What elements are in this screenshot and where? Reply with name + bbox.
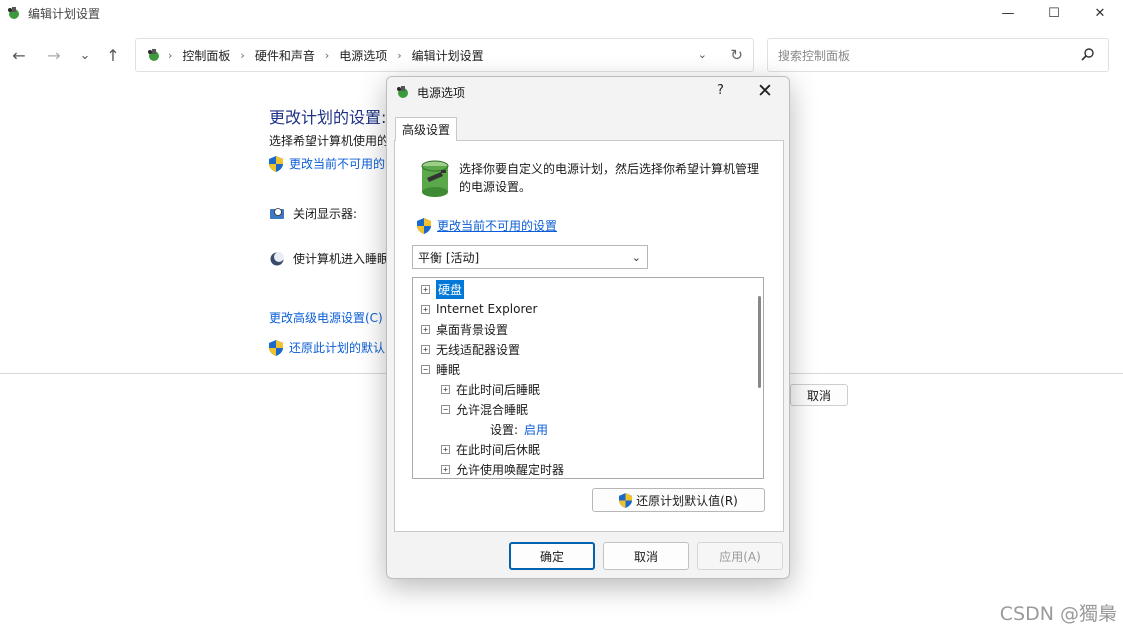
change-unavailable-link[interactable]: 更改当前不可用的 [269,155,385,172]
breadcrumb-hardware-sound[interactable]: 硬件和声音 [255,47,315,64]
close-button[interactable]: ✕ [1077,0,1123,26]
monitor-clock-icon [270,207,284,219]
dialog-close-button[interactable]: ✕ [757,80,773,102]
uac-shield-icon [619,492,633,508]
dialog-title: 电源选项 [417,85,466,100]
search-icon[interactable] [1080,47,1096,63]
uac-shield-icon [269,339,283,356]
tree-item-label: 在此时间后休眠 [456,442,541,457]
breadcrumb-power-options[interactable]: 电源选项 [339,47,387,64]
uac-shield-icon [269,155,283,172]
tree-item-wake-timers[interactable]: + 允许使用唤醒定时器 [441,459,565,478]
page-description: 选择希望计算机使用的 [269,134,390,148]
recent-locations-button[interactable]: ⌄ [74,44,96,66]
tree-item-hybrid-sleep[interactable]: − 允许混合睡眠 [441,399,528,419]
chevron-right-icon: › [240,48,245,62]
setting-value[interactable]: 启用 [524,421,548,438]
chevron-down-icon[interactable]: ⌄ [698,48,707,61]
expand-icon[interactable]: + [421,284,430,294]
apply-button[interactable]: 应用(A) [697,542,783,570]
tree-item-sleep[interactable]: − 睡眠 [421,359,460,379]
power-options-icon [8,7,19,19]
restore-plan-defaults-link[interactable]: 还原此计划的默认 [269,339,385,356]
tree-item-hybrid-sleep-setting[interactable]: 设置: 启用 [490,419,548,439]
expand-icon[interactable]: + [421,324,430,334]
maximize-button[interactable]: ☐ [1031,0,1077,26]
tree-item-hibernate-after[interactable]: + 在此时间后休眠 [441,439,540,459]
change-unavailable-settings-link[interactable]: 更改当前不可用的设置 [417,217,557,234]
tree-item-label: 允许使用唤醒定时器 [456,462,565,477]
tree-item-label: 无线适配器设置 [436,342,521,357]
tree-item-hard-disk[interactable]: + 硬盘 [421,279,465,299]
restore-defaults-label: 还原计划默认值(R) [636,493,738,508]
change-unavailable-label: 更改当前不可用的 [289,157,386,171]
titlebar: 编辑计划设置 — ☐ ✕ [0,0,1123,26]
advanced-power-settings-link[interactable]: 更改高级电源设置(C) [269,309,383,326]
tree-item-label: 桌面背景设置 [436,322,509,337]
tree-item-label: 硬盘 [436,279,465,299]
dialog-titlebar: 电源选项 ? ✕ [387,77,789,107]
watermark: CSDN @獨梟 [999,603,1117,625]
collapse-icon[interactable]: − [421,364,430,374]
chevron-down-icon: ⌄ [631,251,641,264]
expand-icon[interactable]: + [441,444,450,454]
restore-plan-defaults-button[interactable]: 还原计划默认值(R) [592,488,765,512]
power-options-dialog: 电源选项 ? ✕ 高级设置 选择你要自定义的电源计划，然后选择你希望计算机管理的… [386,76,790,579]
cancel-button[interactable]: 取消 [790,384,848,406]
help-button[interactable]: ? [717,83,724,98]
plan-select-value: 平衡 [活动] [418,250,480,265]
sleep-setting: 使计算机进入睡眠 [269,250,389,267]
window-controls: — ☐ ✕ [985,0,1123,26]
expand-icon[interactable]: + [441,464,450,474]
search-input[interactable]: 搜索控制面板 [767,38,1109,72]
tree-item-label: 在此时间后睡眠 [456,382,541,397]
chevron-right-icon: › [324,48,330,62]
back-button[interactable]: ← [8,44,30,66]
tree-item-desktop-background[interactable]: + 桌面背景设置 [421,319,508,339]
dialog-cancel-button[interactable]: 取消 [603,542,689,570]
page-title: 更改计划的设置: [269,108,387,127]
up-button[interactable]: ↑ [102,44,124,66]
chevron-right-icon: › [397,48,402,62]
tree-item-sleep-after[interactable]: + 在此时间后睡眠 [441,379,540,399]
refresh-icon[interactable]: ↻ [730,46,743,64]
window-title: 编辑计划设置 [28,6,101,21]
power-options-icon [148,49,159,61]
expand-icon[interactable]: + [421,304,430,314]
forward-button[interactable]: → [43,44,65,66]
expand-icon[interactable]: + [421,344,430,354]
tree-item-internet-explorer[interactable]: + Internet Explorer [421,299,537,319]
expand-icon[interactable]: + [441,384,450,394]
moon-icon [270,251,284,265]
collapse-icon[interactable]: − [441,404,450,414]
minimize-button[interactable]: — [985,0,1031,26]
tab-advanced-settings[interactable]: 高级设置 [395,117,457,141]
tree-item-label: 允许混合睡眠 [456,402,529,417]
address-bar[interactable]: › 控制面板 › 硬件和声音 › 电源选项 › 编辑计划设置 ⌄ ↻ [135,38,754,72]
breadcrumb-control-panel[interactable]: 控制面板 [182,47,230,64]
sleep-label: 使计算机进入睡眠 [293,252,390,266]
ok-button[interactable]: 确定 [509,542,595,570]
panel-description: 选择你要自定义的电源计划，然后选择你希望计算机管理的电源设置。 [459,162,760,194]
tree-item-label: 设置: [490,422,519,437]
display-off-label: 关闭显示器: [293,207,358,221]
restore-plan-defaults-label: 还原此计划的默认 [289,341,386,355]
tree-item-wireless-adapter[interactable]: + 无线适配器设置 [421,339,520,359]
change-unavailable-settings-label: 更改当前不可用的设置 [437,219,558,233]
navigation-bar: ← → ⌄ ↑ › 控制面板 › 硬件和声音 › 电源选项 › 编辑计划设置 ⌄… [0,38,1123,72]
power-plan-select[interactable]: 平衡 [活动] ⌄ [412,245,648,269]
power-options-icon [397,86,408,98]
chevron-right-icon: › [168,48,173,62]
uac-shield-icon [417,217,431,234]
tree-item-label: 睡眠 [436,362,461,377]
advanced-settings-panel: 选择你要自定义的电源计划，然后选择你希望计算机管理的电源设置。 更改当前不可用的… [394,140,784,532]
search-placeholder: 搜索控制面板 [778,48,851,63]
settings-tree[interactable]: + 硬盘 + Internet Explorer + 桌面背景设置 + 无线适配… [412,277,764,479]
tree-scrollbar[interactable] [758,296,761,388]
breadcrumb-edit-plan[interactable]: 编辑计划设置 [412,47,484,64]
display-off-setting: 关闭显示器: [269,205,357,222]
battery-plug-icon [421,160,449,197]
tree-item-label: Internet Explorer [436,302,538,316]
